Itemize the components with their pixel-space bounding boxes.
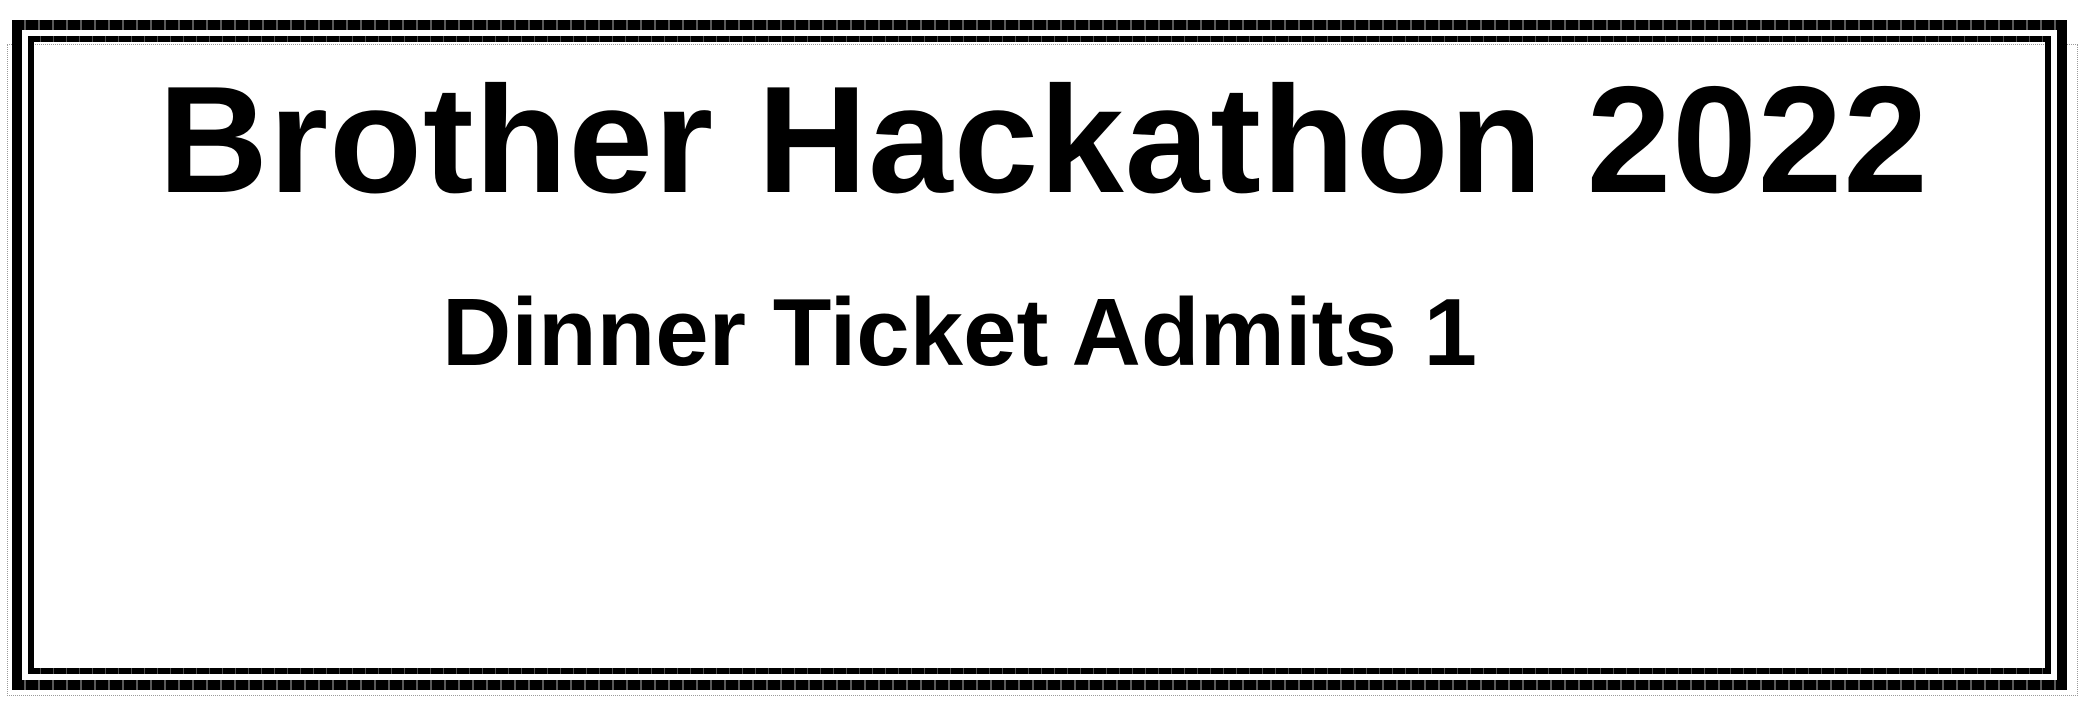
label-canvas: Brother Hackathon 2022 Dinner Ticket Adm… [0,0,2087,707]
ticket-title: Brother Hackathon 2022 [158,55,1929,225]
ticket-subtitle: Dinner Ticket Admits 1 [442,279,1477,386]
